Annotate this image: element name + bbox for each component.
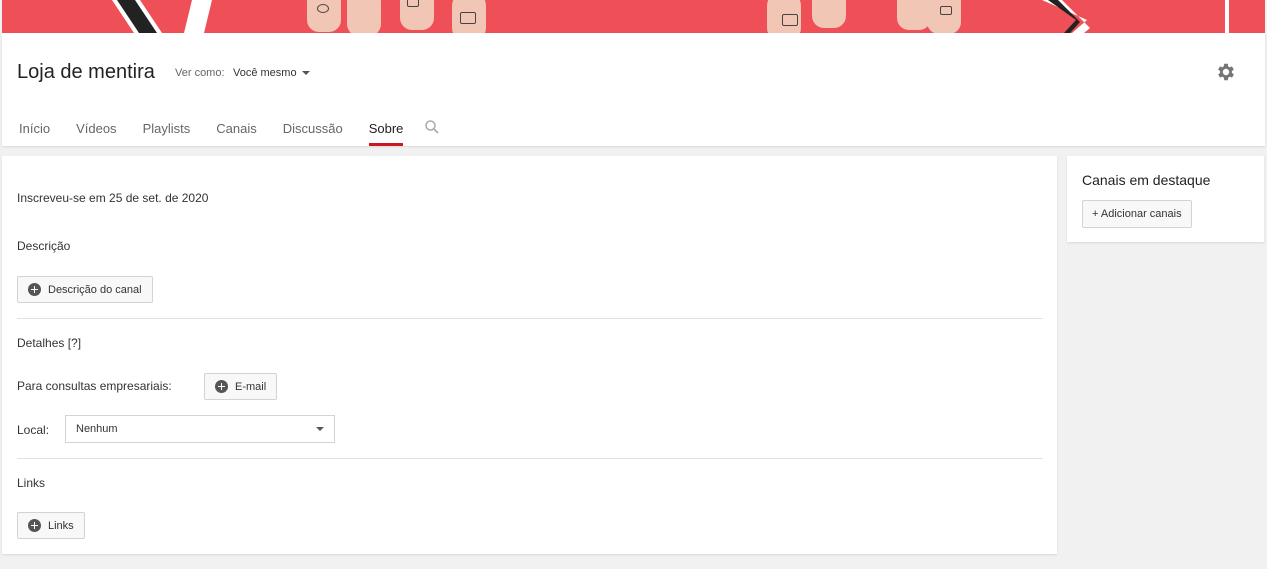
channel-description-button-label: Descrição do canal xyxy=(48,283,142,296)
business-inquiries-label: Para consultas empresariais: xyxy=(17,379,172,393)
location-label: Local: xyxy=(17,423,50,437)
about-panel: Inscreveu-se em 25 de set. de 2020 Descr… xyxy=(2,156,1057,554)
banner-stripe xyxy=(1225,0,1229,33)
channel-tabs: Início Vídeos Playlists Canais Discussão… xyxy=(6,115,444,146)
gear-icon[interactable] xyxy=(1215,61,1237,83)
featured-channels-panel: Canais em destaque + Adicionar canais xyxy=(1067,156,1264,242)
view-as-dropdown[interactable]: Você mesmo xyxy=(233,67,310,79)
email-button[interactable]: E-mail xyxy=(204,373,278,400)
joined-date: Inscreveu-se em 25 de set. de 2020 xyxy=(17,191,209,205)
channel-banner xyxy=(2,0,1265,33)
view-as-value: Você mesmo xyxy=(233,67,297,79)
banner-shape-right xyxy=(1042,0,1090,33)
details-title: Detalhes [?] xyxy=(17,336,82,350)
description-title: Descrição xyxy=(17,239,71,253)
banner-finger xyxy=(897,0,931,30)
channel-header: Loja de mentira Ver como: Você mesmo Iní… xyxy=(2,33,1265,146)
location-select-value: Nenhum xyxy=(76,423,118,435)
links-button[interactable]: Links xyxy=(17,512,85,539)
caret-down-icon xyxy=(301,71,310,75)
links-button-label: Links xyxy=(48,519,74,532)
banner-tattoo xyxy=(782,14,798,26)
tab-canais[interactable]: Canais xyxy=(203,115,269,146)
banner-finger xyxy=(927,0,961,33)
banner-finger xyxy=(347,0,381,33)
banner-tattoo xyxy=(940,6,952,15)
divider xyxy=(17,318,1043,319)
tab-videos[interactable]: Vídeos xyxy=(63,115,129,146)
tab-search[interactable] xyxy=(416,115,444,146)
channel-description-button[interactable]: Descrição do canal xyxy=(17,276,153,303)
featured-channels-title: Canais em destaque xyxy=(1082,172,1211,188)
view-as-label: Ver como: xyxy=(175,67,225,79)
banner-tattoo xyxy=(460,12,476,24)
location-select[interactable]: Nenhum xyxy=(65,415,335,443)
banner-shape-left xyxy=(112,0,212,33)
links-title: Links xyxy=(17,476,46,490)
caret-down-icon xyxy=(316,427,324,431)
channel-title: Loja de mentira xyxy=(17,61,155,83)
search-icon xyxy=(425,120,440,134)
email-button-label: E-mail xyxy=(235,380,267,393)
banner-finger xyxy=(812,0,846,28)
add-channels-button[interactable]: + Adicionar canais xyxy=(1082,200,1192,228)
plus-circle-icon xyxy=(215,380,228,393)
tab-inicio[interactable]: Início xyxy=(6,115,63,146)
tab-playlists[interactable]: Playlists xyxy=(130,115,204,146)
plus-circle-icon xyxy=(28,519,41,532)
banner-tattoo xyxy=(317,4,329,13)
tab-discussao[interactable]: Discussão xyxy=(270,115,356,146)
plus-circle-icon xyxy=(28,283,41,296)
tab-sobre[interactable]: Sobre xyxy=(356,115,417,146)
divider xyxy=(17,458,1043,459)
banner-tattoo xyxy=(407,0,419,7)
